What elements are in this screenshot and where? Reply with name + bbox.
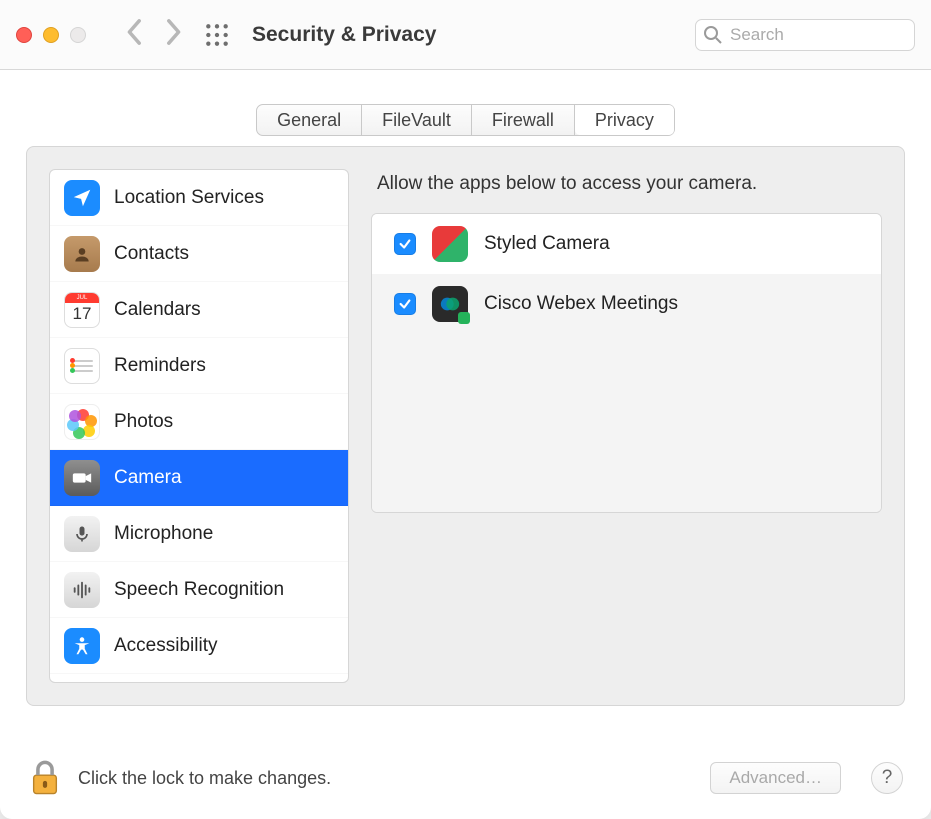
checkbox-styled-camera[interactable]: [394, 233, 416, 255]
sidebar-item-label: Accessibility: [114, 635, 217, 657]
app-row-empty: [372, 454, 881, 513]
sidebar-item-label: Speech Recognition: [114, 579, 284, 601]
window-traffic-lights: [16, 27, 86, 43]
app-list: Styled Camera Cisco Webex Meetings: [371, 213, 882, 513]
app-icon-cisco-webex: [432, 286, 468, 322]
maximize-window-button: [70, 27, 86, 43]
advanced-button[interactable]: Advanced…: [710, 762, 841, 794]
sidebar-item-speech-recognition[interactable]: Speech Recognition: [50, 562, 348, 618]
close-window-button[interactable]: [16, 27, 32, 43]
calendar-icon: JUL 17: [64, 292, 100, 328]
sidebar-item-label: Calendars: [114, 299, 201, 321]
sidebar-item-label: Camera: [114, 467, 182, 489]
tabs-row: General FileVault Firewall Privacy: [0, 104, 931, 136]
tab-segmented-control: General FileVault Firewall Privacy: [256, 104, 675, 136]
titlebar: Security & Privacy: [0, 0, 931, 70]
sidebar-item-reminders[interactable]: Reminders: [50, 338, 348, 394]
location-icon: [64, 180, 100, 216]
search-wrap: [695, 19, 915, 51]
sidebar-item-label: Contacts: [114, 243, 189, 265]
sidebar-item-location-services[interactable]: Location Services: [50, 170, 348, 226]
tab-filevault[interactable]: FileVault: [362, 105, 472, 135]
sidebar-item-calendars[interactable]: JUL 17 Calendars: [50, 282, 348, 338]
sidebar-item-label: Reminders: [114, 355, 206, 377]
tab-firewall[interactable]: Firewall: [472, 105, 575, 135]
reminders-icon: [64, 348, 100, 384]
app-row-empty: [372, 394, 881, 454]
app-row-empty: [372, 334, 881, 394]
minimize-window-button[interactable]: [43, 27, 59, 43]
sidebar-item-label: Microphone: [114, 523, 213, 545]
lock-text: Click the lock to make changes.: [78, 768, 331, 789]
privacy-sidebar: Location Services Contacts JUL 17 Calend…: [49, 169, 349, 683]
photos-icon: [64, 404, 100, 440]
app-row-cisco-webex: Cisco Webex Meetings: [372, 274, 881, 334]
app-row-styled-camera: Styled Camera: [372, 214, 881, 274]
accessibility-icon: [64, 628, 100, 664]
sidebar-item-label: Photos: [114, 411, 173, 433]
window-title: Security & Privacy: [252, 23, 436, 47]
nav-arrows: [126, 18, 182, 51]
sidebar-item-label: Location Services: [114, 187, 264, 209]
sidebar-item-contacts[interactable]: Contacts: [50, 226, 348, 282]
contacts-icon: [64, 236, 100, 272]
back-button[interactable]: [126, 18, 144, 51]
app-icon-styled-camera: [432, 226, 468, 262]
show-all-prefs-button[interactable]: [204, 22, 230, 48]
search-icon: [703, 25, 723, 45]
detail-header: Allow the apps below to access your came…: [371, 169, 882, 213]
search-input[interactable]: [695, 19, 915, 51]
tab-privacy[interactable]: Privacy: [575, 105, 674, 135]
sidebar-item-camera[interactable]: Camera: [50, 450, 348, 506]
sidebar-item-microphone[interactable]: Microphone: [50, 506, 348, 562]
microphone-icon: [64, 516, 100, 552]
app-name-label: Styled Camera: [484, 233, 610, 255]
speech-recognition-icon: [64, 572, 100, 608]
app-name-label: Cisco Webex Meetings: [484, 293, 678, 315]
help-button[interactable]: ?: [871, 762, 903, 794]
forward-button[interactable]: [164, 18, 182, 51]
sidebar-item-photos[interactable]: Photos: [50, 394, 348, 450]
checkbox-cisco-webex[interactable]: [394, 293, 416, 315]
footer: Click the lock to make changes. Advanced…: [0, 737, 931, 819]
calendar-month-label: JUL: [65, 293, 99, 303]
lock-icon[interactable]: [28, 758, 62, 798]
sidebar-item-accessibility[interactable]: Accessibility: [50, 618, 348, 674]
calendar-day-label: 17: [73, 304, 92, 324]
camera-icon: [64, 460, 100, 496]
content-panel: Location Services Contacts JUL 17 Calend…: [26, 146, 905, 706]
tab-general[interactable]: General: [257, 105, 362, 135]
detail-panel: Allow the apps below to access your came…: [371, 169, 882, 683]
